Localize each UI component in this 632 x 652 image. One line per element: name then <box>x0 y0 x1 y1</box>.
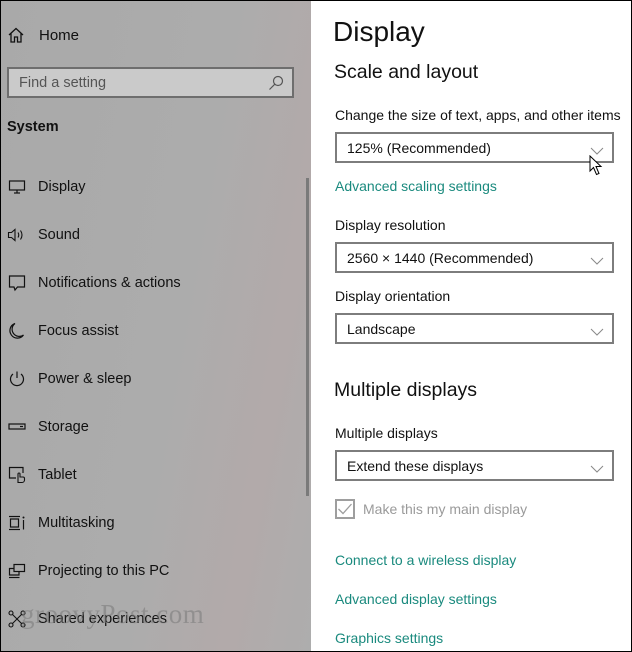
advanced-display-settings-link[interactable]: Advanced display settings <box>335 591 497 607</box>
chevron-down-icon <box>590 461 604 473</box>
home-icon <box>7 26 25 44</box>
main-display-checkbox-label: Make this my main display <box>363 501 528 517</box>
sidebar-item-power-sleep[interactable]: Power & sleep <box>1 367 301 391</box>
multiple-displays-dropdown[interactable]: Extend these displays <box>335 450 614 481</box>
sidebar-item-shared-experiences[interactable]: Shared experiences <box>1 607 301 631</box>
sidebar-item-label: Notifications & actions <box>38 275 181 291</box>
page-title: Display <box>333 16 425 47</box>
speaker-icon <box>5 225 29 245</box>
main-content: Display Scale and layout Change the size… <box>311 1 631 651</box>
chevron-down-icon <box>590 324 604 336</box>
projecting-icon <box>5 561 29 581</box>
section-title-system: System <box>7 119 59 135</box>
multitasking-icon <box>5 513 29 533</box>
tablet-icon <box>5 465 29 485</box>
moon-icon <box>5 321 29 341</box>
multiple-displays-value: Extend these displays <box>347 457 484 474</box>
orientation-dropdown[interactable]: Landscape <box>335 313 614 344</box>
chevron-down-icon <box>590 143 604 155</box>
advanced-scaling-settings-link[interactable]: Advanced scaling settings <box>335 178 497 194</box>
search-icon[interactable] <box>268 75 284 91</box>
notification-icon <box>5 273 29 293</box>
sidebar-item-storage[interactable]: Storage <box>1 415 301 439</box>
sidebar-item-label: Tablet <box>38 467 77 483</box>
scale-value: 125% (Recommended) <box>347 139 491 156</box>
connect-wireless-display-link[interactable]: Connect to a wireless display <box>335 552 516 568</box>
main-display-checkbox-row: Make this my main display <box>335 499 527 519</box>
resolution-value: 2560 × 1440 (Recommended) <box>347 249 534 266</box>
power-icon <box>5 369 29 389</box>
scale-label: Change the size of text, apps, and other… <box>335 107 621 123</box>
storage-icon <box>5 417 29 437</box>
sidebar-item-sound[interactable]: Sound <box>1 223 301 247</box>
sidebar-item-label: Projecting to this PC <box>38 563 170 579</box>
search-input[interactable] <box>19 74 249 91</box>
sidebar-item-label: Focus assist <box>38 323 119 339</box>
sidebar-item-label: Display <box>38 179 86 195</box>
shared-experiences-icon <box>5 609 29 629</box>
sidebar-item-multitasking[interactable]: Multitasking <box>1 511 301 535</box>
sidebar-item-display[interactable]: Display <box>1 175 301 199</box>
sidebar-item-label: Shared experiences <box>38 611 167 627</box>
sidebar-item-label: Power & sleep <box>38 371 132 387</box>
sidebar-item-label: Storage <box>38 419 89 435</box>
checkmark-icon <box>338 503 352 515</box>
resolution-dropdown[interactable]: 2560 × 1440 (Recommended) <box>335 242 614 273</box>
multiple-displays-label: Multiple displays <box>335 425 438 441</box>
sidebar-item-notifications[interactable]: Notifications & actions <box>1 271 301 295</box>
orientation-label: Display orientation <box>335 288 451 304</box>
sidebar-item-projecting[interactable]: Projecting to this PC <box>1 559 301 583</box>
settings-window: Home System Display Sound Not <box>0 0 632 652</box>
home-nav-item[interactable]: Home <box>7 25 79 45</box>
sidebar-item-focus-assist[interactable]: Focus assist <box>1 319 301 343</box>
sidebar-scrollbar[interactable] <box>306 178 309 496</box>
chevron-down-icon <box>590 253 604 265</box>
section-heading-scale-layout: Scale and layout <box>334 61 479 83</box>
main-display-checkbox[interactable] <box>335 499 355 519</box>
search-box[interactable] <box>7 67 294 98</box>
home-label: Home <box>39 26 80 44</box>
resolution-label: Display resolution <box>335 217 446 233</box>
sidebar-item-tablet[interactable]: Tablet <box>1 463 301 487</box>
scale-dropdown[interactable]: 125% (Recommended) <box>335 132 614 163</box>
monitor-icon <box>5 177 29 197</box>
orientation-value: Landscape <box>347 320 416 337</box>
graphics-settings-link[interactable]: Graphics settings <box>335 630 443 646</box>
sidebar: Home System Display Sound Not <box>1 1 311 651</box>
sidebar-item-label: Sound <box>38 227 80 243</box>
section-heading-multiple-displays: Multiple displays <box>334 379 478 401</box>
sidebar-item-label: Multitasking <box>38 515 115 531</box>
